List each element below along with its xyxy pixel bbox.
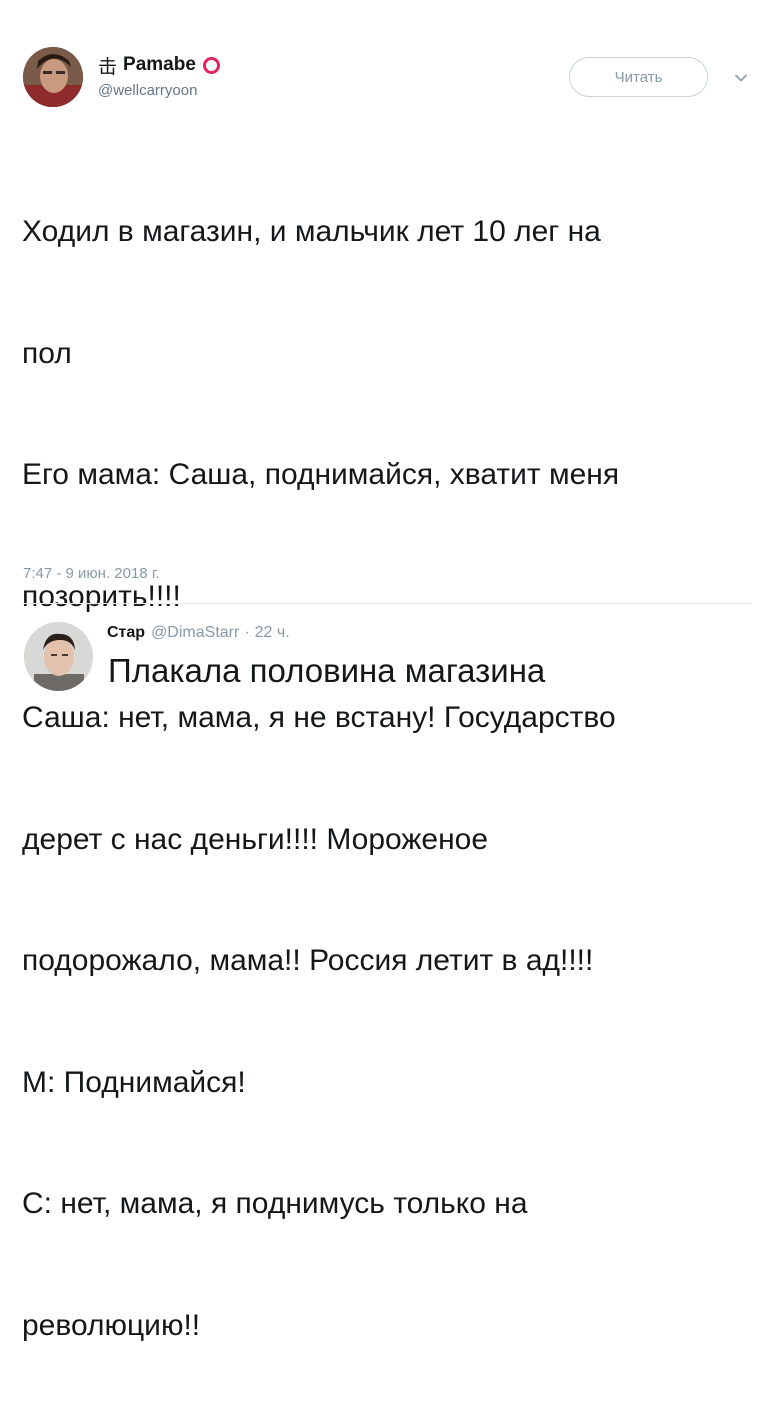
reply-author-handle[interactable]: @DimaStarr xyxy=(151,624,239,642)
chevron-down-icon[interactable] xyxy=(733,70,749,86)
author-name-row[interactable]: 击 Pamabe xyxy=(98,52,220,78)
tweet-text-line: Его мама: Саша, поднимайся, хватит меня xyxy=(22,458,620,491)
tweet-text-line: Саша: нет, мама, я не встану! Государств… xyxy=(22,701,616,734)
follow-button[interactable]: Читать xyxy=(569,57,708,97)
tweet-text-line: революцию!! xyxy=(22,1308,201,1342)
author-name-glyph: 击 xyxy=(98,55,118,78)
tweet-timestamp[interactable]: 7:47 - 9 июн. 2018 г. xyxy=(23,565,160,582)
reply-text: Плакала половина магазина xyxy=(108,652,546,689)
reply-avatar[interactable] xyxy=(24,622,93,691)
tweet-text-line: подорожало, мама!! Россия летит в ад!!!! xyxy=(22,944,594,977)
tweet-text: Ходил в магазин, и мальчик лет 10 лег на… xyxy=(22,131,752,1427)
reply-header: Стар @DimaStarr · 22 ч. xyxy=(107,624,290,642)
author-photo xyxy=(23,47,83,107)
tweet-text-line: дерет с нас деньги!!!! Мороженое xyxy=(22,822,489,856)
author-block: 击 Pamabe @wellcarryoon xyxy=(98,52,220,99)
tweet-text-line: позорить!!!! xyxy=(22,579,181,613)
divider xyxy=(22,603,752,604)
author-name[interactable]: Pamabe xyxy=(123,54,196,76)
tweet-text-line: М: Поднимайся! xyxy=(22,1065,246,1099)
tweet-text-line: С: нет, мама, я поднимусь только на xyxy=(22,1187,528,1220)
red-ring-icon xyxy=(202,56,220,74)
tweet-text-line: Ходил в магазин, и мальчик лет 10 лег на xyxy=(22,215,601,248)
author-handle[interactable]: @wellcarryoon xyxy=(98,82,220,99)
reply-photo xyxy=(24,622,93,691)
tweet-text-line: пол xyxy=(22,336,72,370)
reply-time[interactable]: 22 ч. xyxy=(255,624,290,642)
reply-separator: · xyxy=(244,624,250,641)
author-avatar[interactable] xyxy=(23,47,83,107)
reply-author-name[interactable]: Стар xyxy=(107,624,145,642)
